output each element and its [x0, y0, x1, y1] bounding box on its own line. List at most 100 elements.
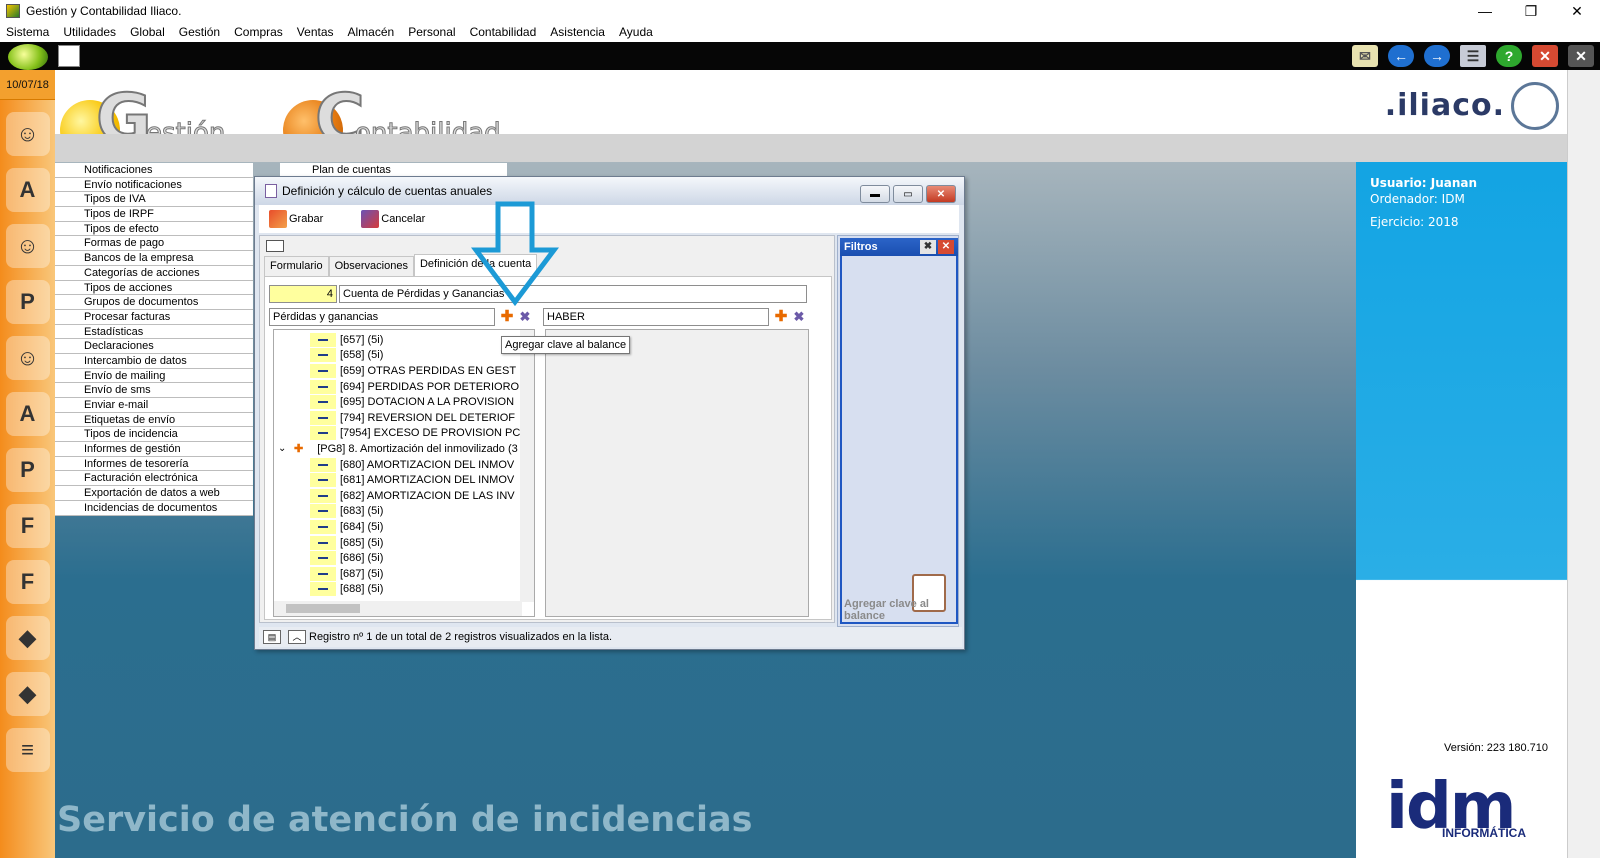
contacts-icon[interactable]: ☺: [5, 336, 50, 380]
sales-bag-icon[interactable]: ◆: [5, 672, 50, 716]
collapse-chevron-icon[interactable]: ⌄: [278, 443, 290, 454]
vertical-scrollbar[interactable]: [1567, 70, 1600, 858]
menu-item-tipos-acciones[interactable]: Tipos de acciones: [55, 280, 253, 296]
tree-item[interactable]: [683] (5i): [310, 504, 383, 520]
record-view-icon[interactable]: ▤: [263, 630, 281, 644]
help-icon[interactable]: ?: [1496, 45, 1522, 67]
tree-item[interactable]: [694] PERDIDAS POR DETERIORO: [310, 379, 519, 395]
menu-personal[interactable]: Personal: [408, 25, 455, 39]
tree-item[interactable]: [680] AMORTIZACION DEL INMOV: [310, 457, 514, 473]
menu-item-tipos-efecto[interactable]: Tipos de efecto: [55, 221, 253, 237]
close-button[interactable]: ✕: [1554, 0, 1600, 22]
menu-almacen[interactable]: Almacén: [348, 25, 395, 39]
menu-ventas[interactable]: Ventas: [297, 25, 334, 39]
invoice-icon[interactable]: F: [5, 504, 50, 548]
tree-node[interactable]: ⌄ ✚ [PG8] 8. Amortización del inmovilizado…: [278, 441, 518, 457]
tree-item[interactable]: [695] DOTACION A LA PROVISION: [310, 394, 514, 410]
tree-item[interactable]: [682] AMORTIZACION DE LAS INV: [310, 488, 515, 504]
articles-icon[interactable]: A: [5, 168, 50, 212]
forward-arrow-icon[interactable]: →: [1424, 45, 1450, 67]
menu-item-envio-mailing[interactable]: Envío de mailing: [55, 368, 253, 384]
tree-item[interactable]: [686] (5i): [310, 550, 383, 566]
haber-list[interactable]: [545, 329, 809, 617]
dialog-maximize-button[interactable]: ▭: [893, 185, 923, 203]
accounts-tree[interactable]: [657] (5i) [658] (5i) [659] OTRAS PERDID…: [273, 329, 535, 617]
home-orb-icon[interactable]: [8, 44, 48, 70]
account-number-field[interactable]: 4: [269, 285, 337, 303]
account-name-field[interactable]: Cuenta de Pérdidas y Ganancias: [339, 285, 807, 303]
tree-item[interactable]: [685] (5i): [310, 535, 383, 551]
agents-icon[interactable]: A: [5, 392, 50, 436]
tab-observaciones[interactable]: Observaciones: [328, 256, 414, 276]
menu-item-notificaciones[interactable]: Notificaciones: [55, 163, 253, 178]
menu-item-formas-pago[interactable]: Formas de pago: [55, 236, 253, 252]
filters-clear-icon[interactable]: ✖: [920, 240, 936, 254]
tree-item[interactable]: [794] REVERSION DEL DETERIOF: [310, 410, 515, 426]
menu-sistema[interactable]: Sistema: [6, 25, 49, 39]
menu-item-informes-tesoreria[interactable]: Informes de tesorería: [55, 456, 253, 472]
budget-icon[interactable]: P: [5, 448, 50, 492]
restore-button[interactable]: ❐: [1508, 0, 1554, 22]
menu-item-plan-cuentas[interactable]: Plan de cuentas: [280, 163, 507, 177]
cancel-button[interactable]: Cancelar: [361, 210, 425, 228]
menu-item-exportacion-web[interactable]: Exportación de datos a web: [55, 486, 253, 501]
users-group-icon[interactable]: ☺: [5, 112, 50, 156]
menu-ayuda[interactable]: Ayuda: [619, 25, 653, 39]
tab-formulario[interactable]: Formulario: [264, 256, 329, 276]
minimize-button[interactable]: —: [1462, 0, 1508, 22]
collapse-up-icon[interactable]: ︿: [288, 630, 306, 644]
tree-vertical-scrollbar[interactable]: [520, 330, 534, 602]
filters-close-icon[interactable]: ✕: [938, 240, 954, 254]
mail-icon[interactable]: ✉: [1352, 45, 1378, 67]
menu-global[interactable]: Global: [130, 25, 165, 39]
close-window-icon[interactable]: ✕: [1532, 45, 1558, 67]
tree-item[interactable]: [684] (5i): [310, 519, 383, 535]
purchases-bag-icon[interactable]: ◆: [5, 616, 50, 660]
menu-item-procesar-facturas[interactable]: Procesar facturas: [55, 309, 253, 325]
menu-item-tipos-irpf[interactable]: Tipos de IRPF: [55, 207, 253, 222]
provider-invoice-icon[interactable]: F: [5, 560, 50, 604]
haber-add-plus-icon[interactable]: ✚: [773, 309, 789, 325]
menu-item-envio-sms[interactable]: Envío de sms: [55, 383, 253, 398]
menu-item-estadisticas[interactable]: Estadísticas: [55, 324, 253, 340]
dialog-close-button[interactable]: ✕: [926, 185, 956, 203]
calendar-icon[interactable]: [58, 45, 80, 67]
provider-icon[interactable]: P: [5, 280, 50, 324]
menu-asistencia[interactable]: Asistencia: [550, 25, 605, 39]
menu-item-facturacion-electronica[interactable]: Facturación electrónica: [55, 471, 253, 487]
remove-key-x-icon[interactable]: ✖: [517, 309, 533, 325]
tree-item[interactable]: [658] (5i): [310, 348, 383, 364]
haber-remove-x-icon[interactable]: ✖: [791, 309, 807, 325]
close-all-icon[interactable]: ✕: [1568, 45, 1594, 67]
menu-item-tipos-iva[interactable]: Tipos de IVA: [55, 192, 253, 208]
menu-gestion[interactable]: Gestión: [179, 25, 220, 39]
ledger-icon[interactable]: ≡: [5, 728, 50, 772]
menu-item-etiquetas-envio[interactable]: Etiquetas de envío: [55, 412, 253, 428]
menu-item-declaraciones[interactable]: Declaraciones: [55, 339, 253, 354]
tree-item[interactable]: [657] (5i): [310, 332, 383, 348]
menu-contabilidad[interactable]: Contabilidad: [470, 25, 537, 39]
menu-item-envio-notificaciones[interactable]: Envío notificaciones: [55, 177, 253, 193]
menu-item-informes-gestion[interactable]: Informes de gestión: [55, 442, 253, 457]
windows-list-icon[interactable]: ☰: [1460, 45, 1486, 67]
menu-item-grupos-documentos[interactable]: Grupos de documentos: [55, 295, 253, 310]
tree-item[interactable]: [687] (5i): [310, 566, 383, 582]
tree-item[interactable]: [659] OTRAS PERDIDAS EN GEST: [310, 363, 516, 379]
add-key-plus-icon[interactable]: ✚: [499, 309, 515, 325]
menu-item-incidencias-documentos[interactable]: Incidencias de documentos: [55, 500, 253, 516]
dialog-minimize-button[interactable]: ▬: [860, 185, 890, 203]
menu-item-bancos[interactable]: Bancos de la empresa: [55, 251, 253, 266]
tree-item[interactable]: [7954] EXCESO DE PROVISION PC: [310, 426, 520, 442]
menu-compras[interactable]: Compras: [234, 25, 283, 39]
tree-horizontal-scrollbar[interactable]: [274, 601, 522, 616]
menu-item-enviar-email[interactable]: Enviar e-mail: [55, 398, 253, 413]
menu-item-categorias-acciones[interactable]: Categorías de acciones: [55, 265, 253, 281]
menu-item-tipos-incidencia[interactable]: Tipos de incidencia: [55, 427, 253, 443]
menu-item-intercambio-datos[interactable]: Intercambio de datos: [55, 353, 253, 369]
tree-item[interactable]: [688] (5i): [310, 582, 383, 598]
menu-utilidades[interactable]: Utilidades: [63, 25, 116, 39]
save-button[interactable]: Grabar: [269, 210, 323, 228]
back-arrow-icon[interactable]: ←: [1388, 45, 1414, 67]
form-view-icon[interactable]: [266, 240, 284, 252]
client-icon[interactable]: ☺: [5, 224, 50, 268]
